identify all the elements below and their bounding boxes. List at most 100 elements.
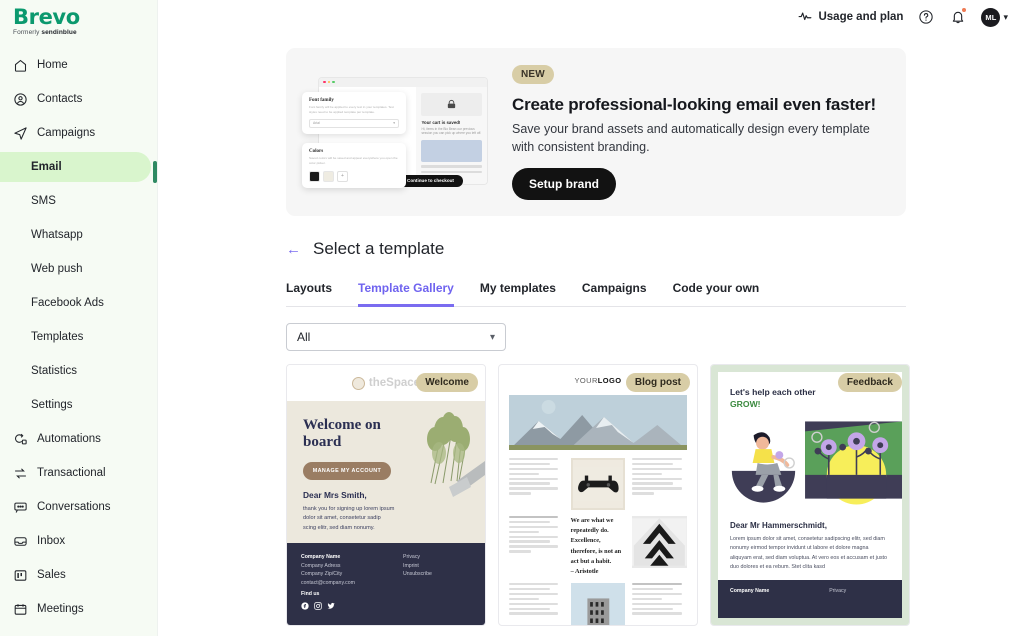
tab-my-templates[interactable]: My templates xyxy=(480,281,556,307)
arrow-left-icon[interactable]: ← xyxy=(286,242,301,257)
tab-campaigns[interactable]: Campaigns xyxy=(582,281,647,307)
footer-find-us: Find us xyxy=(301,590,320,597)
sidebar-item-label: Email xyxy=(31,161,62,174)
page-title: Select a template xyxy=(313,239,445,258)
font-family-card: Font family Font family will be applied … xyxy=(302,91,406,134)
footer-left: Company Name Company Adress Company Zip/… xyxy=(301,554,403,616)
usage-and-plan-label: Usage and plan xyxy=(818,11,904,23)
sidebar-item-sales[interactable]: Sales xyxy=(0,560,151,590)
tab-layouts[interactable]: Layouts xyxy=(286,281,332,307)
template-body-text: Lorem ipsum dolor sit amet, consetetur s… xyxy=(730,535,888,571)
text-column: Vero eos et accusam et justo duo dolores… xyxy=(509,583,564,625)
sidebar-item-meetings[interactable]: Meetings xyxy=(0,594,151,624)
campaigns-send-icon xyxy=(12,125,28,141)
sidebar-item-whatsapp[interactable]: Whatsapp xyxy=(0,220,151,250)
automations-icon xyxy=(12,431,28,447)
sidebar-item-inbox[interactable]: Inbox xyxy=(0,526,151,556)
text-column xyxy=(632,458,687,510)
footer-company: Company Name xyxy=(301,554,341,560)
swatch-add-icon: + xyxy=(337,170,348,182)
sidebar-item-label: Automations xyxy=(37,433,101,446)
account-menu[interactable]: ML ▾ xyxy=(981,7,1008,27)
inbox-icon xyxy=(12,533,28,549)
swatch-cream xyxy=(323,170,334,182)
contacts-icon xyxy=(12,91,28,107)
mock-email-preview: Your cart is saved! Hi, items in the Bio… xyxy=(416,86,487,184)
footer-email: contact@company.com xyxy=(301,579,355,586)
bell-icon[interactable] xyxy=(949,8,967,26)
brand-logo-block[interactable]: Brevo Formerly sendinblue xyxy=(0,0,157,38)
controller-photo xyxy=(570,458,626,510)
heading-line-2: GROW! xyxy=(730,399,761,410)
sidebar-item-automations[interactable]: Automations xyxy=(0,424,151,454)
tagline-prefix: Formerly xyxy=(13,29,42,37)
template-card-blog-post[interactable]: Blog post YOURLOGO We are what we repeat… xyxy=(498,364,698,626)
chevron-down-icon: ▾ xyxy=(1003,11,1008,22)
usage-and-plan-button[interactable]: Usage and plan xyxy=(798,9,903,26)
category-filter-select[interactable]: All ▾ xyxy=(286,323,506,351)
sidebar-item-sms[interactable]: SMS xyxy=(0,186,151,216)
sidebar-item-label: Meetings xyxy=(37,603,84,616)
logo-light-part: Space xyxy=(386,377,421,389)
template-badge: Blog post xyxy=(625,373,690,392)
mock-line xyxy=(421,170,482,174)
template-card-welcome[interactable]: Welcome theSpace Welcome on board MANAGE… xyxy=(286,364,486,626)
sidebar-item-label: Home xyxy=(37,59,68,72)
image-column xyxy=(570,583,626,625)
template-body: Let's help each other GROW! Dear Mr Hamm… xyxy=(718,372,902,618)
sidebar-item-label: Statistics xyxy=(31,365,78,378)
mock-dot-green xyxy=(332,80,335,84)
sidebar-item-contacts[interactable]: Contacts xyxy=(0,84,151,114)
promo-illustration: Your cart is saved! Hi, items in the Bio… xyxy=(302,70,492,195)
template-greeting: Dear Mr Hammerschmidt, xyxy=(730,520,827,530)
sidebar-item-label: Facebook Ads xyxy=(31,297,104,310)
active-indicator-bar xyxy=(153,161,157,183)
sidebar-nav: Home Contacts Campaigns Email SMS Whatsa… xyxy=(0,50,157,624)
moon-logo-icon xyxy=(351,376,365,390)
promo-banner: Your cart is saved! Hi, items in the Bio… xyxy=(286,48,906,216)
text-column: Lorem ipsum dolor sit amet, consetetur s… xyxy=(509,458,564,510)
sidebar-item-label: Whatsapp xyxy=(31,229,83,242)
sidebar-item-campaigns[interactable]: Campaigns xyxy=(0,118,151,148)
quote-author: – Aristotle xyxy=(570,567,599,575)
home-icon xyxy=(12,57,28,73)
promo-body: Save your brand assets and automatically… xyxy=(512,121,870,154)
setup-brand-button[interactable]: Setup brand xyxy=(512,168,617,201)
sidebar-item-templates[interactable]: Templates xyxy=(0,322,151,352)
avatar: ML xyxy=(981,7,1001,27)
swatch-black xyxy=(309,170,320,182)
sidebar-item-label: Sales xyxy=(37,569,66,582)
template-heading: Welcome on board xyxy=(303,417,381,451)
template-body-text: thank you for signing up lorem ipsum dol… xyxy=(303,505,395,532)
hero-mountain-image xyxy=(509,395,687,450)
sidebar-item-transactional[interactable]: Transactional xyxy=(0,458,151,488)
topbar: Usage and plan ML ▾ xyxy=(158,0,1024,34)
tab-template-gallery[interactable]: Template Gallery xyxy=(358,281,454,307)
sidebar-item-conversations[interactable]: Conversations xyxy=(0,492,151,522)
sidebar-item-label: Web push xyxy=(31,263,83,276)
footer-right: Privacy Imprint Unsubscribe xyxy=(403,554,471,616)
footer-address: Company Adress xyxy=(301,562,341,569)
mock-preview-block xyxy=(421,140,482,163)
color-swatches: + xyxy=(309,170,399,182)
sidebar-item-label: Campaigns xyxy=(37,127,96,140)
template-card-feedback[interactable]: Feedback Let's help each other GROW! Dea… xyxy=(710,364,910,626)
architecture-photo xyxy=(632,516,688,568)
sidebar-item-home[interactable]: Home xyxy=(0,50,151,80)
template-footer: Company Name Privacy xyxy=(718,580,902,618)
sidebar-item-facebook-ads[interactable]: Facebook Ads xyxy=(0,288,151,318)
font-family-title: Font family xyxy=(309,97,334,103)
font-family-select: Arial ▾ xyxy=(309,118,399,128)
image-column xyxy=(570,458,626,510)
sidebar-item-label: Contacts xyxy=(37,93,83,106)
new-badge: NEW xyxy=(512,64,554,84)
sidebar-item-statistics[interactable]: Statistics xyxy=(0,356,151,386)
sidebar-item-email[interactable]: Email xyxy=(0,152,151,183)
quote-text: We are what we repeatedly do. Excellence… xyxy=(570,517,622,565)
footer-link: Imprint xyxy=(403,562,419,569)
help-circle-icon[interactable] xyxy=(917,8,935,26)
sidebar-item-web-push[interactable]: Web push xyxy=(0,254,151,284)
app-root: Brevo Formerly sendinblue Home Contacts … xyxy=(0,0,1024,636)
sidebar-item-settings[interactable]: Settings xyxy=(0,390,151,420)
tab-code-your-own[interactable]: Code your own xyxy=(673,281,760,307)
